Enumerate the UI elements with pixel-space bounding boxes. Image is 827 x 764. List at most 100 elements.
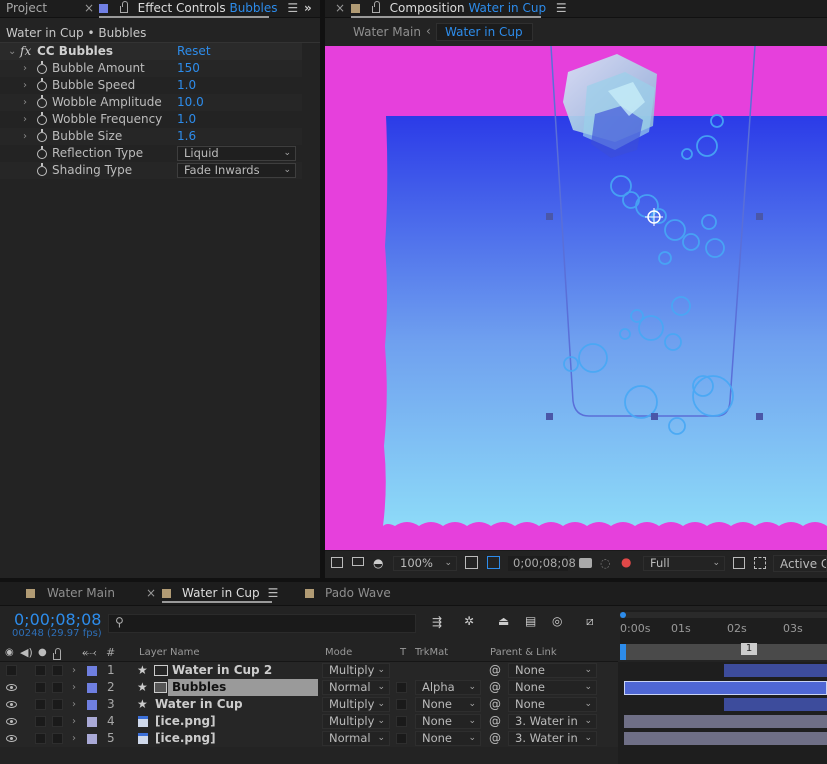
- layer-name[interactable]: [ice.png]: [155, 713, 216, 730]
- eye-icon[interactable]: [6, 701, 17, 708]
- panel-menu-icon[interactable]: ☰: [556, 1, 567, 15]
- blend-mode-select[interactable]: Multiply ⌄: [322, 714, 390, 729]
- reset-link[interactable]: Reset: [177, 43, 211, 60]
- mask-visibility-icon[interactable]: [487, 556, 500, 569]
- preserve-transparency-toggle[interactable]: [396, 699, 407, 710]
- property-value[interactable]: 1.0: [177, 77, 196, 94]
- snapshot-region-icon[interactable]: [331, 557, 343, 568]
- layer-label-color[interactable]: [87, 683, 97, 693]
- chevron-right-icon[interactable]: ›: [23, 128, 27, 145]
- visibility-column-icon[interactable]: ◉: [5, 647, 14, 658]
- property-value[interactable]: 10.0: [177, 94, 204, 111]
- column-parent[interactable]: Parent & Link: [490, 647, 557, 658]
- layer-duration-bar[interactable]: [724, 698, 827, 711]
- timeline-tab[interactable]: Water Main: [26, 585, 115, 603]
- property-value[interactable]: 1.0: [177, 111, 196, 128]
- lock-toggle[interactable]: [52, 682, 63, 693]
- layer-duration-bar[interactable]: [624, 732, 827, 745]
- solo-toggle[interactable]: [35, 665, 46, 676]
- stopwatch-icon[interactable]: [37, 95, 47, 108]
- motion-blur-icon[interactable]: ◎: [552, 614, 562, 628]
- solo-toggle[interactable]: [35, 699, 46, 710]
- parent-select[interactable]: None ⌄: [508, 680, 597, 695]
- track-matte-select[interactable]: None ⌄: [415, 697, 481, 712]
- chevron-right-icon[interactable]: ›: [72, 713, 76, 730]
- parent-select[interactable]: None ⌄: [508, 663, 597, 678]
- timeline-timecode[interactable]: 0;00;08;08: [14, 610, 101, 629]
- lock-toggle[interactable]: [52, 665, 63, 676]
- stopwatch-icon[interactable]: [37, 112, 47, 125]
- tab-effect-controls[interactable]: Effect Controls Bubbles ☰: [99, 0, 298, 18]
- zoom-select[interactable]: 100% ⌄: [393, 556, 457, 571]
- pick-whip-icon[interactable]: @: [489, 662, 501, 679]
- chevron-right-icon[interactable]: ›: [72, 679, 76, 696]
- chevron-right-icon[interactable]: ›: [23, 77, 27, 94]
- eye-icon[interactable]: [6, 735, 17, 742]
- comp-nav-item[interactable]: Water Main: [353, 25, 421, 39]
- camera-icon[interactable]: [579, 558, 592, 568]
- show-snapshot-icon[interactable]: ◌: [600, 556, 610, 570]
- track-matte-select[interactable]: None ⌄: [415, 731, 481, 746]
- monitor-icon[interactable]: [352, 557, 364, 566]
- chevron-right-icon[interactable]: ›: [23, 94, 27, 111]
- active-camera-select[interactable]: Active Ca: [773, 555, 827, 572]
- chevron-right-icon[interactable]: ›: [72, 730, 76, 747]
- visibility-toggle[interactable]: [6, 665, 17, 676]
- preserve-transparency-toggle[interactable]: [396, 733, 407, 744]
- stopwatch-icon[interactable]: [37, 129, 47, 142]
- layer-name[interactable]: Bubbles: [172, 679, 226, 696]
- stopwatch-icon[interactable]: [37, 163, 47, 176]
- column-mode[interactable]: Mode: [325, 647, 352, 658]
- layer-label-color[interactable]: [87, 700, 97, 710]
- composition-flowchart-icon[interactable]: ⇶: [432, 615, 442, 629]
- chevron-right-icon[interactable]: ›: [72, 662, 76, 679]
- chevron-right-icon[interactable]: ›: [23, 60, 27, 77]
- eye-icon[interactable]: [6, 684, 17, 691]
- layer-row[interactable]: › 5 [ice.png] Normal ⌄ None ⌄ @ 3. Water i…: [0, 730, 618, 747]
- blend-mode-select[interactable]: Multiply ⌄: [322, 663, 390, 678]
- effect-header-row[interactable]: ⌄ fx CC Bubbles Reset: [0, 43, 302, 60]
- solo-toggle[interactable]: [35, 733, 46, 744]
- lock-toggle[interactable]: [52, 699, 63, 710]
- blend-mode-select[interactable]: Normal ⌄: [322, 680, 390, 695]
- preserve-transparency-toggle[interactable]: [396, 682, 407, 693]
- layer-name[interactable]: [ice.png]: [155, 730, 216, 747]
- chevron-down-icon[interactable]: ⌄: [8, 43, 16, 60]
- layer-row[interactable]: › 1 ★ Water in Cup 2 Multiply ⌄ @ None ⌄: [0, 662, 618, 679]
- solo-toggle[interactable]: [35, 682, 46, 693]
- transparency-grid-icon[interactable]: [754, 557, 766, 569]
- channel-icon[interactable]: ●: [621, 555, 631, 569]
- column-layer-name[interactable]: Layer Name: [139, 647, 200, 658]
- audio-column-icon[interactable]: ◀): [20, 646, 33, 659]
- shading-type-select[interactable]: Fade Inwards ⌄: [177, 163, 296, 178]
- layer-row-selected[interactable]: › 2 ★ Bubbles Normal ⌄ Alpha ⌄ @ None ⌄: [0, 679, 618, 696]
- panel-overflow-icon[interactable]: »: [304, 0, 312, 18]
- layer-duration-bar-selected[interactable]: [624, 681, 827, 695]
- graph-editor-icon[interactable]: ⧄: [586, 614, 594, 629]
- pick-whip-icon[interactable]: @: [489, 679, 501, 696]
- mask-icon[interactable]: ◓: [373, 556, 383, 570]
- chevron-right-icon[interactable]: ›: [72, 696, 76, 713]
- layer-row[interactable]: › 3 ★ Water in Cup Multiply ⌄ None ⌄ @ Non…: [0, 696, 618, 713]
- shy-layers-icon[interactable]: ⏏: [498, 614, 509, 628]
- layer-duration-bar[interactable]: [624, 715, 827, 728]
- stopwatch-icon[interactable]: [37, 61, 47, 74]
- comp-nav-item-active[interactable]: Water in Cup: [436, 23, 533, 41]
- stopwatch-icon[interactable]: [37, 78, 47, 91]
- layer-label-color[interactable]: [87, 734, 97, 744]
- layer-duration-bar[interactable]: [724, 664, 827, 677]
- tab-project[interactable]: Project: [6, 0, 47, 18]
- property-value[interactable]: 150: [177, 60, 200, 77]
- close-icon[interactable]: ×: [84, 0, 94, 18]
- stopwatch-icon[interactable]: [37, 146, 47, 159]
- eye-icon[interactable]: [6, 718, 17, 725]
- reflection-type-select[interactable]: Liquid ⌄: [177, 146, 296, 161]
- blend-mode-select[interactable]: Normal ⌄: [322, 731, 390, 746]
- blend-mode-select[interactable]: Multiply ⌄: [322, 697, 390, 712]
- layer-row[interactable]: › 4 [ice.png] Multiply ⌄ None ⌄ @ 3. Water…: [0, 713, 618, 730]
- timeline-tab-active[interactable]: Water in Cup ☰: [162, 585, 278, 603]
- preserve-transparency-toggle[interactable]: [396, 716, 407, 727]
- work-area-bar[interactable]: [620, 644, 827, 660]
- label-column-icon[interactable]: ⬷: [82, 645, 96, 660]
- lock-column-icon[interactable]: [53, 648, 61, 660]
